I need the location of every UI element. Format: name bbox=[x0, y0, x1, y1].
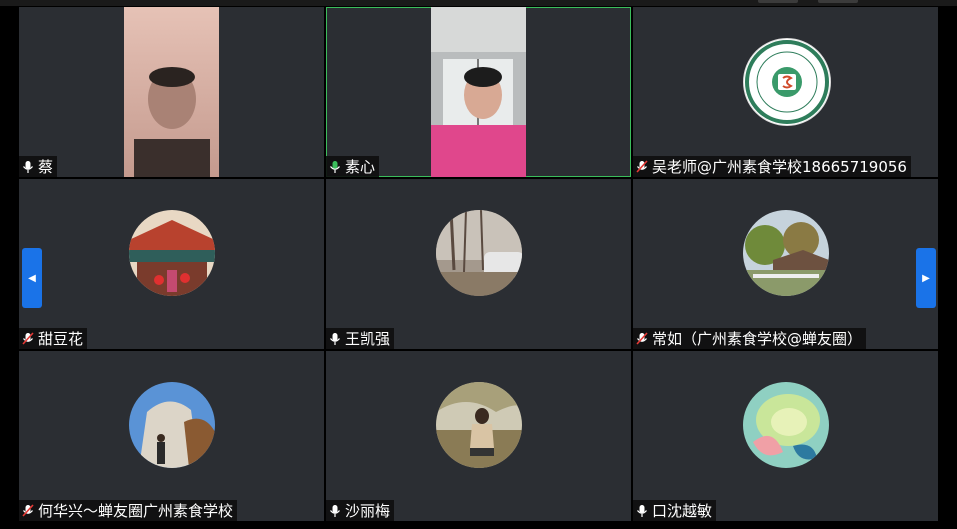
microphone-speaking-icon bbox=[329, 160, 341, 173]
participant-name: 王凯强 bbox=[345, 330, 391, 348]
participant-avatar bbox=[129, 382, 215, 468]
microphone-icon bbox=[329, 504, 341, 517]
participant-tile-shalimei[interactable]: 沙丽梅 bbox=[326, 351, 631, 521]
participant-name-bar: 王凯强 bbox=[326, 328, 395, 349]
microphone-muted-icon bbox=[22, 331, 34, 345]
participant-avatar bbox=[436, 210, 522, 296]
top-bar-handle bbox=[818, 0, 858, 3]
microphone-icon bbox=[22, 160, 34, 173]
participant-name-bar: 甜豆花 bbox=[19, 328, 88, 349]
participant-name-bar: 沙丽梅 bbox=[326, 500, 395, 521]
participant-name: 沙丽梅 bbox=[345, 502, 391, 520]
microphone-muted-icon bbox=[636, 331, 648, 345]
participant-avatar bbox=[743, 382, 829, 468]
participant-tile-suxin[interactable]: 素心 bbox=[326, 7, 631, 177]
participant-name-bar: 口沈越敏 bbox=[633, 500, 717, 521]
participant-tile-hehuaxing[interactable]: 何华兴～蝉友圈广州素食学校 bbox=[19, 351, 324, 521]
previous-page-button[interactable]: ◀ bbox=[22, 248, 42, 308]
participant-name: 吴老师@广州素食学校18665719056 bbox=[652, 158, 907, 176]
participant-name: 常如（广州素食学校@蝉友圈） bbox=[652, 330, 863, 348]
chevron-left-icon: ◀ bbox=[28, 272, 36, 284]
window-top-bar bbox=[0, 0, 957, 6]
participant-video bbox=[124, 7, 219, 177]
participant-tile-shenyuemin[interactable]: 口沈越敏 bbox=[633, 351, 938, 521]
participant-name: 甜豆花 bbox=[38, 330, 84, 348]
next-page-button[interactable]: ▶ bbox=[916, 248, 936, 308]
participant-name-bar: 素心 bbox=[326, 156, 380, 177]
participant-tile-wangkaiqiang[interactable]: 王凯强 bbox=[326, 179, 631, 349]
microphone-icon bbox=[636, 504, 648, 517]
participant-name: 口沈越敏 bbox=[652, 502, 713, 520]
participant-video bbox=[431, 7, 526, 177]
participant-tile-wu[interactable]: 吴老师@广州素食学校18665719056 bbox=[633, 7, 938, 177]
participant-avatar bbox=[129, 210, 215, 296]
participant-name: 素心 bbox=[345, 158, 376, 176]
participant-name-bar: 常如（广州素食学校@蝉友圈） bbox=[633, 328, 867, 349]
participant-name-bar: 蔡 bbox=[19, 156, 58, 177]
microphone-muted-icon bbox=[636, 159, 648, 173]
microphone-muted-icon bbox=[22, 503, 34, 517]
microphone-icon bbox=[329, 332, 341, 345]
participant-avatar bbox=[436, 382, 522, 468]
chevron-right-icon: ▶ bbox=[922, 272, 930, 284]
participant-name-bar: 何华兴～蝉友圈广州素食学校 bbox=[19, 500, 238, 521]
participant-tile-cai[interactable]: 蔡 bbox=[19, 7, 324, 177]
participant-name-bar: 吴老师@广州素食学校18665719056 bbox=[633, 156, 911, 177]
participant-avatar bbox=[743, 210, 829, 296]
school-logo-avatar bbox=[743, 38, 831, 126]
participant-tile-changru[interactable]: 常如（广州素食学校@蝉友圈） bbox=[633, 179, 938, 349]
participant-tile-tiandouhua[interactable]: 甜豆花 bbox=[19, 179, 324, 349]
participant-name: 何华兴～蝉友圈广州素食学校 bbox=[38, 502, 234, 520]
top-bar-handle bbox=[758, 0, 798, 3]
participant-name: 蔡 bbox=[38, 158, 54, 176]
